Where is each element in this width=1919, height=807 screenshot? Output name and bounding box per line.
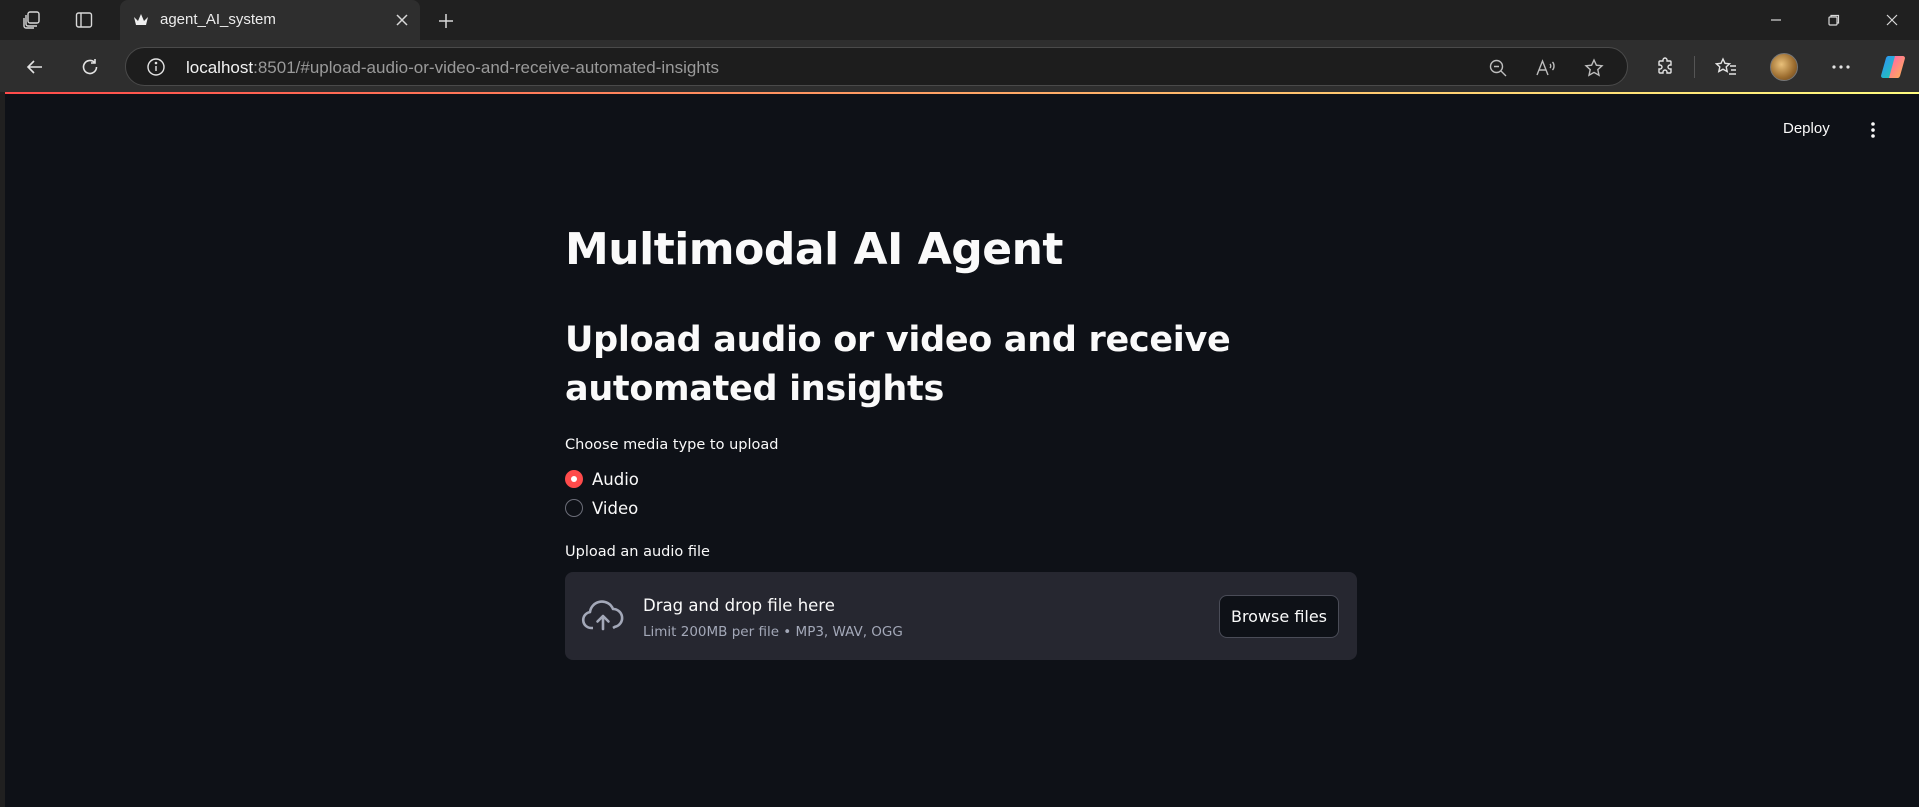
browser-toolbar: localhost:8501/#upload-audio-or-video-an… — [0, 40, 1919, 92]
deploy-button[interactable]: Deploy — [1783, 120, 1830, 137]
cloud-upload-icon — [581, 598, 625, 634]
minimize-icon[interactable] — [1756, 4, 1796, 36]
restore-icon[interactable] — [1814, 4, 1854, 36]
favorites-icon[interactable] — [1711, 52, 1741, 82]
refresh-icon[interactable] — [75, 52, 105, 82]
radio-option-label: Video — [592, 498, 639, 518]
browser-tab-strip: agent_AI_system — [0, 0, 1919, 40]
tab-actions-icon[interactable] — [72, 8, 96, 32]
media-type-label: Choose media type to upload — [565, 437, 779, 453]
favorite-star-icon[interactable] — [1582, 56, 1606, 80]
copilot-icon[interactable] — [1878, 52, 1908, 82]
info-icon[interactable] — [146, 57, 166, 77]
file-dropzone[interactable]: Drag and drop file here Limit 200MB per … — [565, 572, 1357, 660]
profile-avatar[interactable] — [1770, 53, 1798, 81]
extensions-icon[interactable] — [1650, 52, 1680, 82]
radio-option-video[interactable]: Video — [565, 496, 638, 520]
more-icon[interactable] — [1826, 52, 1856, 82]
page-subtitle: Upload audio or video and receive automa… — [565, 320, 1231, 409]
back-icon[interactable] — [20, 52, 50, 82]
plus-icon[interactable] — [432, 7, 460, 35]
dropzone-title: Drag and drop file here — [643, 596, 835, 615]
zoom-out-icon[interactable] — [1486, 56, 1510, 80]
tab-active[interactable]: agent_AI_system — [120, 0, 420, 40]
url-text[interactable]: localhost:8501/#upload-audio-or-video-an… — [186, 58, 719, 78]
close-icon[interactable] — [390, 8, 414, 32]
app-viewport: Deploy Multimodal AI Agent Upload audio … — [5, 92, 1919, 807]
url-path: :8501/#upload-audio-or-video-and-receive… — [253, 58, 719, 77]
read-aloud-icon[interactable] — [1534, 56, 1558, 80]
radio-option-audio[interactable]: Audio — [565, 467, 639, 491]
radio-unselected-icon[interactable] — [565, 499, 583, 517]
browse-files-button[interactable]: Browse files — [1219, 595, 1339, 638]
page-title: Multimodal AI Agent — [565, 224, 1063, 275]
main-menu-icon[interactable] — [1863, 120, 1883, 140]
workspaces-icon[interactable] — [20, 8, 44, 32]
close-window-icon[interactable] — [1872, 4, 1912, 36]
toolbar-separator — [1694, 56, 1695, 78]
address-bar[interactable]: localhost:8501/#upload-audio-or-video-an… — [125, 47, 1628, 86]
dropzone-limit-text: Limit 200MB per file • MP3, WAV, OGG — [643, 624, 903, 640]
uploader-label: Upload an audio file — [565, 544, 710, 560]
radio-selected-icon[interactable] — [565, 470, 583, 488]
header-decoration-bar — [5, 92, 1919, 94]
url-host: localhost — [186, 58, 254, 77]
streamlit-favicon — [132, 11, 150, 29]
radio-option-label: Audio — [592, 469, 639, 489]
tab-title: agent_AI_system — [160, 11, 276, 28]
